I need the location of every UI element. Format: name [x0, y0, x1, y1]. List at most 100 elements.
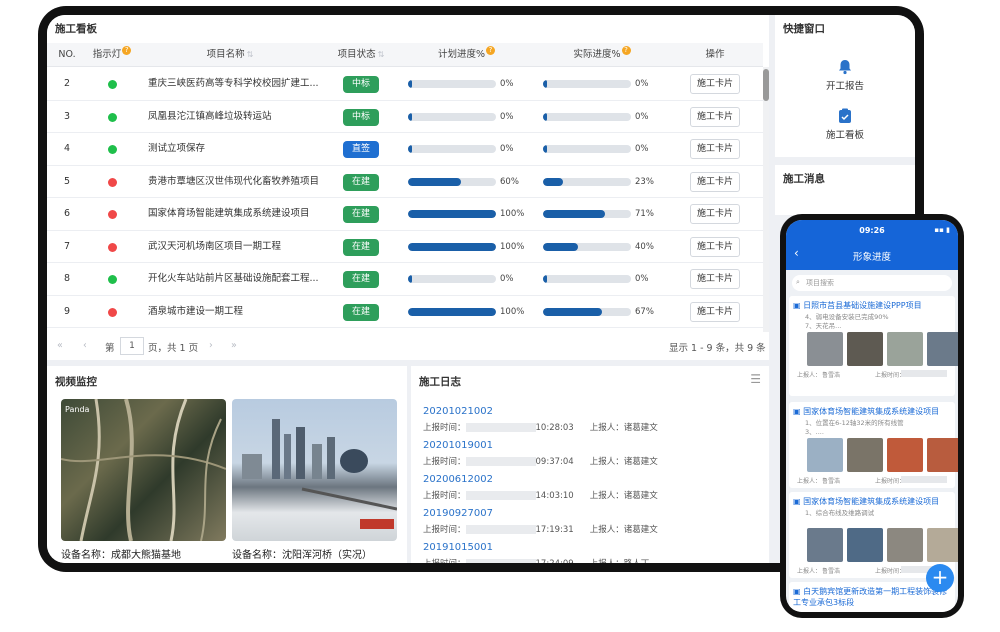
log-number[interactable]: 20201021002 [423, 406, 493, 417]
log-number[interactable]: 20200612002 [423, 474, 493, 485]
project-name[interactable]: 贵港市覃塘区汉世伟现代化畜牧养殖项目 [148, 166, 323, 198]
quick-item-label: 开工报告 [825, 81, 864, 92]
col-no[interactable]: NO. [47, 43, 87, 67]
progress-photo[interactable] [887, 438, 923, 472]
construction-card-button[interactable]: 施工卡片 [690, 106, 740, 127]
indicator-light [108, 80, 117, 89]
log-number[interactable]: 20201019001 [423, 440, 493, 451]
construction-card-button[interactable]: 施工卡片 [690, 171, 740, 192]
time-label: 上报时间： [423, 559, 466, 563]
construction-card-button[interactable]: 施工卡片 [690, 236, 740, 257]
scrollbar-thumb[interactable] [763, 69, 769, 101]
video-thumbnail-bridge[interactable] [232, 399, 397, 541]
help-icon[interactable]: ? [122, 46, 132, 55]
construction-card-button[interactable]: 施工卡片 [690, 301, 740, 322]
redacted-time [901, 476, 947, 483]
status-badge: 在建 [343, 206, 379, 223]
reporter-label: 上报人： [590, 559, 624, 563]
progress-photo[interactable] [927, 528, 958, 562]
project-name[interactable]: 国家体育场智能建筑集成系统建设项目 [148, 198, 323, 230]
progress-card[interactable]: ▣ 国家体育场智能建筑集成系统建设项目 1、综合布线及维路调试 上报人： 鲁雪浩 上报时… [789, 492, 958, 578]
progress-photo[interactable] [847, 528, 883, 562]
project-name[interactable]: 测试立项保存 [148, 133, 323, 165]
progress-photo[interactable] [807, 332, 843, 366]
actual-progress-text: 0% [635, 274, 649, 284]
table-row[interactable]: 4 测试立项保存 直签 0% 0% 施工卡片 [47, 133, 763, 166]
row-number: 4 [63, 143, 71, 154]
help-icon[interactable]: ? [486, 46, 496, 55]
construction-card-button[interactable]: 施工卡片 [690, 74, 740, 94]
actual-progress-fill [543, 242, 579, 251]
phone-screen: 09:26 ▪▪ ▮ ‹ 形象进度 项目搜索 ⌕ ▣ 日照市莒县基础设施建设PP… [786, 220, 958, 612]
log-item[interactable]: 20200612002 上报时间： 14:03:10 上报人：诸葛建文 [421, 474, 761, 508]
log-number[interactable]: 20190927007 [423, 508, 493, 519]
progress-card[interactable]: ▣ 国家体育场智能建筑集成系统建设项目 1、位置在6-12轴32米的所有线管 3、.… [789, 402, 958, 488]
menu-icon[interactable]: ☰ [750, 372, 761, 386]
first-page-icon[interactable]: « [57, 340, 63, 351]
video-thumbnail-panda[interactable]: Panda [61, 399, 226, 541]
log-time-line: 上报时间： 14:03:10 上报人：诸葛建文 [423, 489, 658, 501]
progress-photo[interactable] [887, 528, 923, 562]
reporter-label: 上报人： [797, 568, 822, 575]
table-scrollbar[interactable] [763, 67, 769, 332]
table-row[interactable]: 8 开化火车站站前片区基础设施配套工程... 在建 0% 0% 施工卡片 [47, 263, 763, 296]
project-name[interactable]: 重庆三峡医药高等专科学校校园扩建工... [148, 68, 323, 100]
project-name[interactable]: 武汉天河机场南区项目一期工程 [148, 231, 323, 263]
plan-progress-bar [408, 145, 496, 153]
construction-card-button[interactable]: 施工卡片 [690, 139, 740, 159]
page-number-input[interactable]: 1 [120, 337, 144, 355]
project-name[interactable]: 开化火车站站前片区基础设施配套工程... [148, 263, 323, 295]
progress-card[interactable]: ▣ 日照市莒县基础设施建设PPP项目 4、弱电设备安装已完成90% 7、天花吊...… [789, 296, 958, 396]
log-item[interactable]: 20201021002 上报时间： 10:28:03 上报人：诸葛建文 [421, 406, 761, 440]
progress-photo[interactable] [807, 528, 843, 562]
table-row[interactable]: 7 武汉天河机场南区项目一期工程 在建 100% 40% 施工卡片 [47, 231, 763, 263]
help-icon[interactable]: ? [621, 46, 631, 55]
table-row[interactable]: 9 酒泉城市建设一期工程 在建 100% 67% 施工卡片 [47, 296, 763, 328]
quick-item-board[interactable]: 施工看板 [775, 108, 915, 141]
project-name[interactable]: 凤凰县沱江镇高峰垃圾转运站 [148, 101, 323, 133]
progress-photo[interactable] [847, 438, 883, 472]
progress-photo[interactable] [887, 332, 923, 366]
sort-icon[interactable]: ⇅ [378, 50, 385, 59]
col-name[interactable]: 项目名称 ⇅ [137, 43, 323, 67]
col-plan[interactable]: 计划进度%? [399, 43, 534, 67]
construction-card-button[interactable]: 施工卡片 [690, 204, 740, 224]
last-page-icon[interactable]: » [231, 340, 237, 351]
log-time-line: 上报时间： 17:24:09 上报人：路人丁 [423, 557, 649, 563]
table-row[interactable]: 2 重庆三峡医药高等专科学校校园扩建工... 中标 0% 0% 施工卡片 [47, 68, 763, 101]
indicator-light [108, 242, 117, 252]
col-name-label: 项目名称 [206, 49, 245, 60]
progress-photo[interactable] [807, 438, 843, 472]
col-actual[interactable]: 实际进度%? [534, 43, 670, 67]
quick-item-start-report[interactable]: 开工报告 [775, 59, 915, 92]
construction-log-panel: 施工日志 ☰ 20201021002 上报时间： 10:28:03 上报人：诸葛建文 2… [411, 366, 769, 563]
progress-photo[interactable] [927, 332, 958, 366]
progress-photo[interactable] [927, 438, 958, 472]
progress-photo[interactable] [847, 332, 883, 366]
phone-search-input[interactable]: 项目搜索 [792, 275, 952, 291]
log-item[interactable]: 20201019001 上报时间： 09:37:04 上报人：诸葛建文 [421, 440, 761, 474]
next-page-icon[interactable]: › [209, 340, 213, 351]
plan-progress-text: 100% [500, 241, 525, 252]
project-name[interactable]: 酒泉城市建设一期工程 [148, 296, 323, 328]
table-row[interactable]: 6 国家体育场智能建筑集成系统建设项目 在建 100% 71% 施工卡片 [47, 198, 763, 231]
table-row[interactable]: 3 凤凰县沱江镇高峰垃圾转运站 中标 0% 0% 施工卡片 [47, 101, 763, 133]
board-table-header: NO. 指示灯? 项目名称 ⇅ 项目状态 ⇅ 计划进度%? 实际进度%? 操作 [47, 43, 763, 67]
plan-progress-text: 0% [500, 274, 514, 284]
add-button[interactable]: + [926, 564, 954, 592]
log-item[interactable]: 20190927007 上报时间： 17:19:31 上报人：诸葛建文 [421, 508, 761, 542]
log-item[interactable]: 20191015001 上报时间： 17:24:09 上报人：路人丁 [421, 542, 761, 563]
actual-progress-fill [543, 275, 548, 283]
sort-icon[interactable]: ⇅ [247, 50, 254, 59]
col-status[interactable]: 项目状态 ⇅ [323, 43, 399, 67]
plan-progress-text: 0% [500, 144, 514, 154]
time-label: 上报时间： [423, 491, 466, 501]
table-row[interactable]: 5 贵港市覃塘区汉世伟现代化畜牧养殖项目 在建 60% 23% 施工卡片 [47, 166, 763, 198]
forest-scene [61, 399, 226, 541]
prev-page-icon[interactable]: ‹ [83, 340, 87, 351]
log-number[interactable]: 20191015001 [423, 542, 493, 553]
status-badge: 在建 [343, 238, 379, 256]
page-suffix: 页，共 1 页 [148, 343, 199, 354]
construction-card-button[interactable]: 施工卡片 [690, 269, 740, 289]
col-indicator[interactable]: 指示灯? [87, 43, 137, 67]
